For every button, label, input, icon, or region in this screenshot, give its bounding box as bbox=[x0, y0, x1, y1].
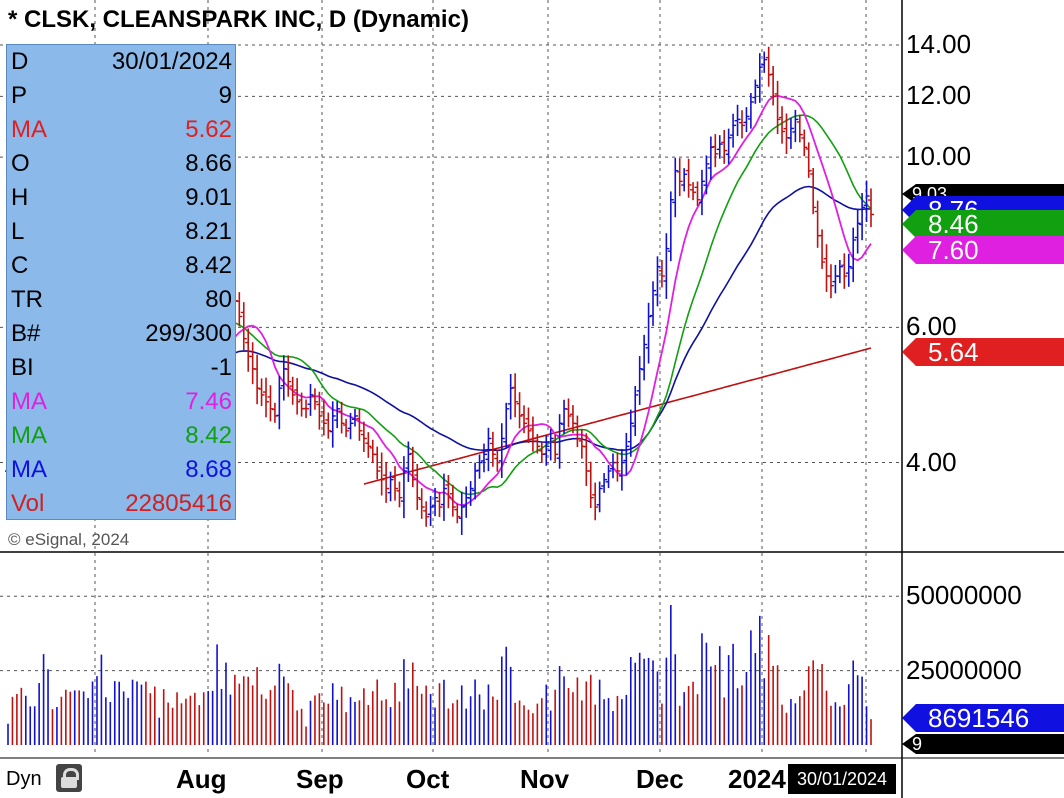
data-window-value: -1 bbox=[210, 354, 232, 381]
data-window-row: TR 80 bbox=[7, 283, 235, 317]
data-window-row: MA 8.68 bbox=[7, 453, 235, 487]
price-axis-label: 12.00 bbox=[906, 80, 972, 111]
value-tag: 5.64 bbox=[902, 338, 1064, 366]
copyright-text: © eSignal, 2024 bbox=[8, 530, 130, 549]
data-window-key: P bbox=[11, 82, 28, 109]
month-label: Oct bbox=[406, 764, 450, 794]
data-window-value: 8.21 bbox=[185, 218, 232, 245]
value-tag: 7.60 bbox=[902, 236, 1064, 264]
data-window-row: O 8.66 bbox=[7, 147, 235, 181]
data-window-key: C bbox=[11, 252, 29, 279]
month-label: Nov bbox=[520, 764, 570, 794]
data-window-value: 80 bbox=[205, 286, 232, 313]
data-window-value: 22805416 bbox=[125, 490, 232, 517]
month-label: 2024 bbox=[728, 764, 786, 794]
data-window-key: TR bbox=[11, 286, 43, 313]
data-window-row: P9 bbox=[7, 79, 235, 113]
data-window-value: 9.01 bbox=[185, 184, 232, 211]
data-window-key: H bbox=[11, 184, 29, 211]
price-axis-label: 14.00 bbox=[906, 29, 972, 59]
price-axis-label: 6.00 bbox=[906, 311, 957, 342]
chart-title: * CLSK, CLEANSPARK INC, D (Dynamic) bbox=[8, 6, 469, 33]
data-window-panel: D 30/01/2024 P 9 MA 5.62 O 8.66 H 9.01 L 8.21 C 8.42 T… bbox=[6, 44, 236, 520]
value-tag: 8.46 bbox=[902, 210, 1064, 238]
data-window-row: D 30/01/2024 bbox=[7, 45, 235, 79]
data-window-row: B# 299/300 bbox=[7, 317, 235, 351]
data-window-value: 9 bbox=[218, 82, 232, 109]
month-label: Dec bbox=[636, 764, 684, 794]
data-window-value: 7.46 bbox=[185, 388, 232, 415]
data-window-row: MA 8.42 bbox=[7, 419, 235, 453]
data-window-value: 5.62 bbox=[185, 116, 232, 143]
data-window-row: BI -1 bbox=[7, 351, 235, 385]
data-window-value: 8.66 bbox=[185, 150, 232, 177]
dynamic-mode-label[interactable]: Dyn bbox=[6, 768, 42, 791]
data-window-key: B# bbox=[11, 320, 41, 347]
data-window-value: 8.42 bbox=[185, 252, 232, 279]
data-window-row: C 8.42 bbox=[7, 249, 235, 283]
data-window-row: MA 5.62 bbox=[7, 113, 235, 147]
data-window-key: Vol bbox=[11, 490, 45, 517]
data-window-key: MA bbox=[11, 456, 47, 483]
data-window-row: MA 7.46 bbox=[7, 385, 235, 419]
lock-icon[interactable] bbox=[56, 764, 82, 792]
data-window-key: L bbox=[11, 218, 25, 245]
value-tag: 9 bbox=[902, 734, 1064, 754]
data-window-key: O bbox=[11, 150, 30, 177]
month-label: Aug bbox=[176, 764, 227, 794]
data-window-key: MA bbox=[11, 388, 47, 415]
cursor-date-box: 30/01/2024 bbox=[788, 764, 896, 794]
volume-axis-label: 25000000 bbox=[906, 654, 1022, 685]
data-window-key: MA bbox=[11, 116, 47, 143]
month-label: Sep bbox=[296, 764, 344, 794]
data-window-key: MA bbox=[11, 422, 47, 449]
data-window-value: 8.68 bbox=[185, 456, 232, 483]
volume-bars bbox=[7, 604, 872, 745]
price-axis-label: 4.00 bbox=[906, 446, 957, 477]
data-window-key: BI bbox=[11, 354, 34, 381]
data-window-key: D bbox=[11, 48, 29, 75]
data-window-row: Vol 22805416 bbox=[7, 487, 235, 521]
volume-axis-label: 50000000 bbox=[906, 580, 1022, 611]
data-window-row: L 8.21 bbox=[7, 215, 235, 249]
price-axis-label: 10.00 bbox=[906, 141, 972, 172]
data-window-value: 299/300 bbox=[145, 320, 232, 347]
data-window-value: 30/01/2024 bbox=[111, 48, 232, 75]
value-tag: 8691546 bbox=[902, 704, 1064, 732]
data-window-value: 8.42 bbox=[185, 422, 232, 449]
data-window-row: H 9.01 bbox=[7, 181, 235, 215]
